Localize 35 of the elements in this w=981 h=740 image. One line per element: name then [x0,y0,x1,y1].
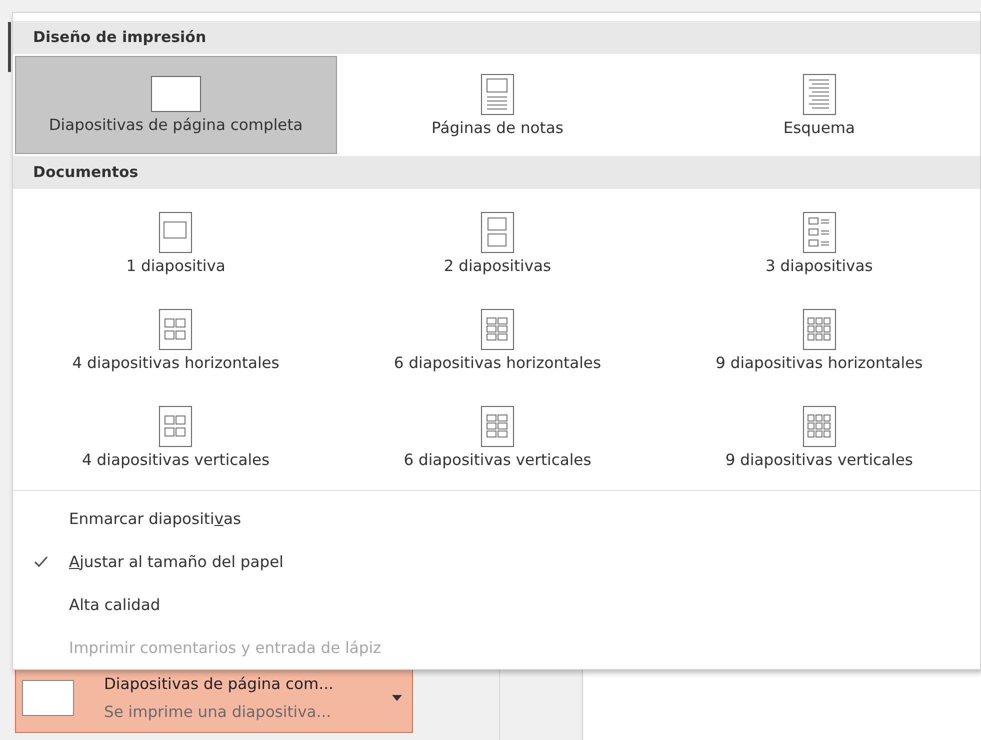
handout-option[interactable]: 6 diapositivas verticales [336,389,658,486]
page-layout-icon [480,212,514,253]
handout-option[interactable]: 4 diapositivas horizontales [15,292,337,389]
menu-option[interactable]: Alta calidad [69,596,160,614]
slide-icon [150,76,201,112]
page-layout-icon [802,74,836,114]
handout-option[interactable]: 6 diapositivas horizontales [336,292,658,389]
section-header: Diseño de impresión [13,21,980,54]
menu-option[interactable]: Enmarcar diapositivas [69,510,242,528]
layout-option[interactable]: Diapositivas de página completa [15,56,337,154]
menu-option[interactable]: Ajustar al tamaño del papel [69,552,284,570]
page-layout-icon [480,406,514,447]
handout-option[interactable]: 9 diapositivas verticales [658,389,980,486]
page-layout-icon [159,406,192,447]
page-layout-icon [480,309,514,350]
layout-option[interactable]: Páginas de notas [336,56,658,154]
layout-option[interactable]: Esquema [658,56,980,154]
page-layout-icon [802,212,836,253]
page-layout-icon [159,212,192,253]
handout-option[interactable]: 9 diapositivas horizontales [658,292,980,389]
page-layout-icon [480,74,514,114]
caret-icon [392,695,402,701]
page-layout-icon [159,309,192,350]
page-layout-icon [802,406,836,447]
handout-option[interactable]: 3 diapositivas [658,195,980,292]
handout-option[interactable]: 1 diapositiva [15,195,337,292]
page-layout-icon [802,309,836,350]
slide-thumbnail [22,680,74,716]
dropdown-subtitle: Se imprime una diapositiva... [104,703,332,721]
handout-option[interactable]: 2 diapositivas [336,195,658,292]
menu-option: Imprimir comentarios y entrada de lápiz [69,638,382,656]
scrollbar-thumb[interactable] [8,22,11,72]
section-header: Documentos [13,156,980,189]
dropdown-title: Diapositivas de página com... [104,675,334,693]
handout-option[interactable]: 4 diapositivas verticales [15,389,337,486]
